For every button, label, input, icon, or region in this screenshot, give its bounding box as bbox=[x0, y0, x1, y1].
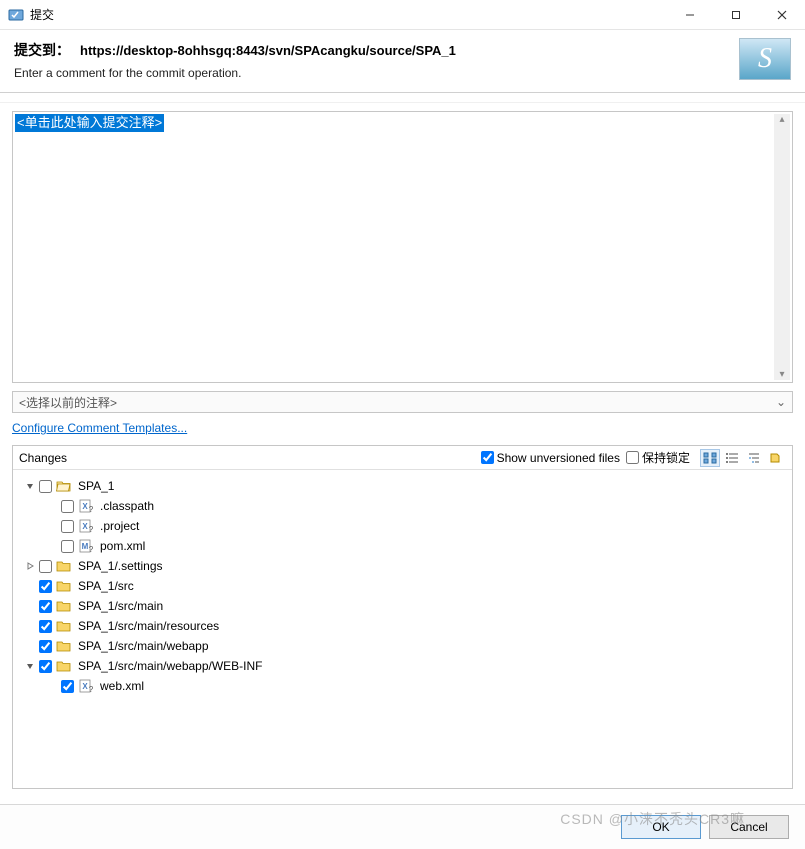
close-button[interactable] bbox=[759, 0, 805, 30]
tree-row-label: pom.xml bbox=[100, 539, 145, 553]
window-icon bbox=[8, 7, 24, 23]
dialog-footer: OK Cancel bbox=[0, 804, 805, 849]
tree-row-checkbox[interactable] bbox=[39, 480, 52, 493]
folder-icon bbox=[56, 639, 72, 653]
changes-header: Changes Show unversioned files 保持锁定 bbox=[13, 446, 792, 470]
svn-logo-icon: S bbox=[739, 38, 791, 80]
tree-row-checkbox[interactable] bbox=[39, 660, 52, 673]
tree-row-label: .classpath bbox=[100, 499, 154, 513]
window-title: 提交 bbox=[30, 6, 54, 23]
svg-text:M: M bbox=[82, 542, 89, 551]
view-flat-icon[interactable] bbox=[722, 449, 742, 467]
expander-closed-icon[interactable] bbox=[23, 561, 37, 571]
tree-row-checkbox[interactable] bbox=[61, 540, 74, 553]
keep-locks-checkbox[interactable]: 保持锁定 bbox=[626, 449, 690, 466]
file-m-unversioned-icon: M ? bbox=[78, 539, 94, 553]
keep-locks-label: 保持锁定 bbox=[642, 449, 690, 466]
titlebar: 提交 bbox=[0, 0, 805, 30]
dialog-body: <单击此处输入提交注释> <选择以前的注释> ⌄ Configure Comme… bbox=[0, 102, 805, 804]
tree-row[interactable]: SPA_1/src/main/webapp/WEB-INF bbox=[17, 656, 788, 676]
tree-row-label: SPA_1/src bbox=[78, 579, 134, 593]
folder-icon bbox=[56, 579, 72, 593]
tree-row-label: SPA_1/.settings bbox=[78, 559, 163, 573]
changes-title: Changes bbox=[19, 451, 67, 465]
tree-row-checkbox[interactable] bbox=[39, 620, 52, 633]
tree-row-label: SPA_1/src/main bbox=[78, 599, 163, 613]
tree-row[interactable]: SPA_1/src/main/resources bbox=[17, 616, 788, 636]
expander-open-icon[interactable] bbox=[23, 481, 37, 491]
expander-open-icon[interactable] bbox=[23, 661, 37, 671]
tree-row[interactable]: X ? .classpath bbox=[17, 496, 788, 516]
commit-url: https://desktop-8ohhsgq:8443/svn/SPAcang… bbox=[80, 43, 456, 58]
tree-row[interactable]: SPA_1/src/main/webapp bbox=[17, 636, 788, 656]
tree-row[interactable]: SPA_1/src/main bbox=[17, 596, 788, 616]
view-compressed-icon[interactable] bbox=[744, 449, 764, 467]
tree-row-checkbox[interactable] bbox=[61, 500, 74, 513]
tree-row-checkbox[interactable] bbox=[39, 560, 52, 573]
previous-comments-label: <选择以前的注释> bbox=[19, 394, 117, 411]
commit-to-label: 提交到： bbox=[14, 40, 70, 60]
chevron-down-icon: ⌄ bbox=[776, 395, 786, 409]
svg-text:?: ? bbox=[89, 545, 94, 553]
cleanup-icon[interactable] bbox=[766, 449, 786, 467]
tree-row-label: web.xml bbox=[100, 679, 144, 693]
tree-row[interactable]: SPA_1/.settings bbox=[17, 556, 788, 576]
maximize-button[interactable] bbox=[713, 0, 759, 30]
tree-row-checkbox[interactable] bbox=[39, 580, 52, 593]
ok-button[interactable]: OK bbox=[621, 815, 701, 839]
tree-row-checkbox[interactable] bbox=[61, 680, 74, 693]
folder-icon bbox=[56, 599, 72, 613]
svg-text:?: ? bbox=[89, 505, 94, 513]
show-unversioned-checkbox[interactable]: Show unversioned files bbox=[481, 451, 620, 465]
minimize-button[interactable] bbox=[667, 0, 713, 30]
commit-comment-textarea[interactable]: <单击此处输入提交注释> bbox=[12, 111, 793, 383]
tree-row-label: SPA_1 bbox=[78, 479, 114, 493]
tree-row-label: .project bbox=[100, 519, 139, 533]
tree-row[interactable]: SPA_1 bbox=[17, 476, 788, 496]
changes-tree[interactable]: SPA_1 X ? .classpath X ? .project M ? po… bbox=[13, 470, 792, 788]
tree-row-label: SPA_1/src/main/resources bbox=[78, 619, 219, 633]
svg-text:?: ? bbox=[89, 685, 94, 693]
tree-row[interactable]: X ? .project bbox=[17, 516, 788, 536]
previous-comments-dropdown[interactable]: <选择以前的注释> ⌄ bbox=[12, 391, 793, 413]
tree-row-label: SPA_1/src/main/webapp/WEB-INF bbox=[78, 659, 263, 673]
tree-row[interactable]: X ? web.xml bbox=[17, 676, 788, 696]
keep-locks-input[interactable] bbox=[626, 451, 639, 464]
svg-text:X: X bbox=[82, 522, 88, 531]
tree-row[interactable]: SPA_1/src bbox=[17, 576, 788, 596]
tree-row-checkbox[interactable] bbox=[39, 640, 52, 653]
tree-row-label: SPA_1/src/main/webapp bbox=[78, 639, 209, 653]
dialog-header: 提交到： https://desktop-8ohhsgq:8443/svn/SP… bbox=[0, 30, 805, 93]
tree-row-checkbox[interactable] bbox=[39, 600, 52, 613]
view-tree-icon[interactable] bbox=[700, 449, 720, 467]
commit-comment-placeholder: <单击此处输入提交注释> bbox=[15, 114, 164, 132]
show-unversioned-input[interactable] bbox=[481, 451, 494, 464]
changes-panel: Changes Show unversioned files 保持锁定 bbox=[12, 445, 793, 789]
folder-open-icon bbox=[56, 479, 72, 493]
folder-icon bbox=[56, 659, 72, 673]
folder-icon bbox=[56, 619, 72, 633]
cancel-button[interactable]: Cancel bbox=[709, 815, 789, 839]
comment-scrollbar[interactable] bbox=[774, 114, 790, 380]
configure-templates-link[interactable]: Configure Comment Templates... bbox=[12, 421, 187, 435]
svg-text:X: X bbox=[82, 502, 88, 511]
tree-row[interactable]: M ? pom.xml bbox=[17, 536, 788, 556]
show-unversioned-label: Show unversioned files bbox=[497, 451, 620, 465]
folder-icon bbox=[56, 559, 72, 573]
file-x-unversioned-icon: X ? bbox=[78, 519, 94, 533]
file-x-unversioned-icon: X ? bbox=[78, 499, 94, 513]
svg-text:?: ? bbox=[89, 525, 94, 533]
tree-row-checkbox[interactable] bbox=[61, 520, 74, 533]
file-x-unversioned-icon: X ? bbox=[78, 679, 94, 693]
svg-text:X: X bbox=[82, 682, 88, 691]
header-subtitle: Enter a comment for the commit operation… bbox=[14, 66, 791, 80]
